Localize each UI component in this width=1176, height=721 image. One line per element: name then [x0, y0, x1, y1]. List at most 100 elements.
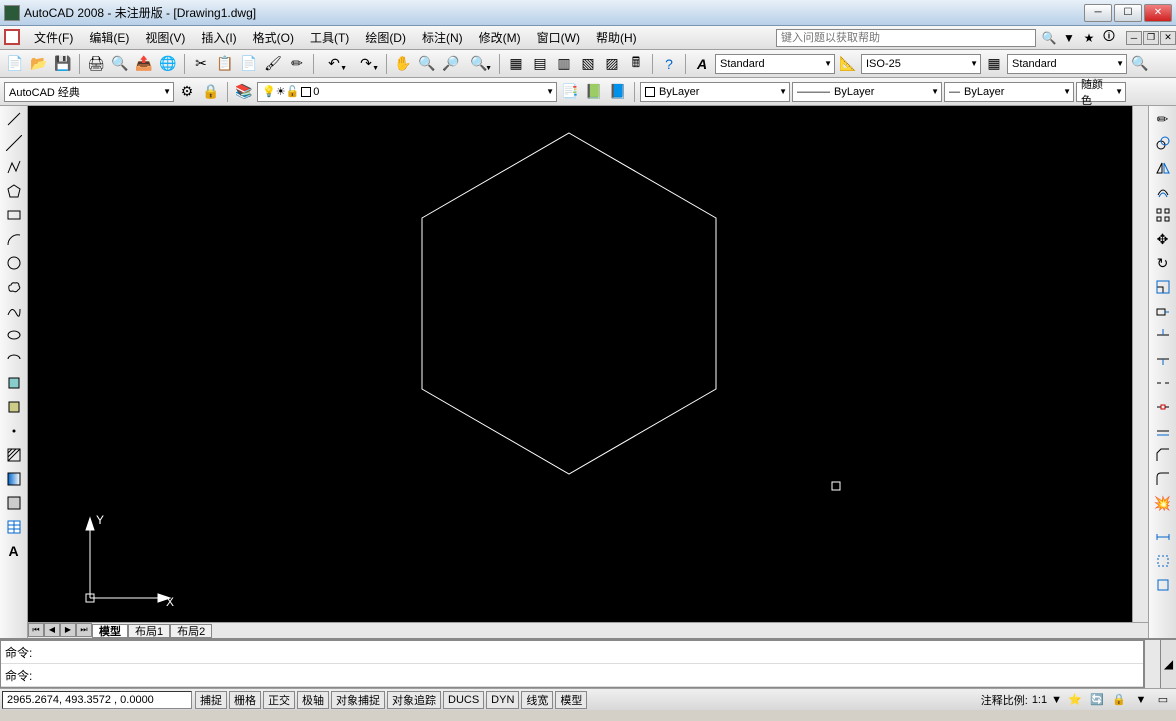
hexagon-shape[interactable]: [422, 133, 716, 474]
pan-icon[interactable]: ✋: [392, 53, 414, 75]
publish-icon[interactable]: 📤: [133, 53, 155, 75]
tab-layout2[interactable]: 布局2: [170, 624, 212, 638]
vertical-scrollbar[interactable]: [1132, 106, 1148, 622]
tab-last-button[interactable]: ⏭: [76, 623, 92, 637]
cut-icon[interactable]: ✂: [190, 53, 212, 75]
menu-view[interactable]: 视图(V): [137, 29, 193, 46]
text-style-dropdown[interactable]: Standard: [715, 54, 835, 74]
gradient-icon[interactable]: [3, 468, 25, 490]
calc-icon[interactable]: 🖩: [625, 53, 647, 75]
select-icon[interactable]: [1152, 550, 1174, 572]
dropdown-icon[interactable]: ▼: [1060, 29, 1078, 47]
polygon-icon[interactable]: [3, 180, 25, 202]
redo-icon[interactable]: ↷: [351, 53, 381, 75]
clean-screen-icon[interactable]: ▭: [1154, 691, 1172, 709]
scale-icon[interactable]: [1152, 276, 1174, 298]
trim-icon[interactable]: [1152, 324, 1174, 346]
offset-icon[interactable]: [1152, 180, 1174, 202]
workspace-lock-icon[interactable]: 🔒: [200, 81, 222, 103]
mtext-icon[interactable]: A: [3, 540, 25, 562]
make-block-icon[interactable]: [3, 396, 25, 418]
tab-first-button[interactable]: ⏮: [28, 623, 44, 637]
command-scrollbar[interactable]: [1144, 640, 1160, 688]
menu-draw[interactable]: 绘图(D): [357, 29, 414, 46]
save-icon[interactable]: 💾: [52, 53, 74, 75]
hatch-icon[interactable]: [3, 444, 25, 466]
rotate-icon[interactable]: ↻: [1152, 252, 1174, 274]
annotation-scale-value[interactable]: 1:1: [1032, 694, 1047, 706]
tab-prev-button[interactable]: ◀: [44, 623, 60, 637]
preview-icon[interactable]: 🔍: [109, 53, 131, 75]
mdi-restore-button[interactable]: ❐: [1143, 31, 1159, 45]
open-icon[interactable]: 📂: [28, 53, 50, 75]
menu-insert[interactable]: 插入(I): [193, 29, 244, 46]
menu-modify[interactable]: 修改(M): [471, 29, 529, 46]
explode-icon[interactable]: 💥: [1152, 492, 1174, 514]
chamfer-icon[interactable]: [1152, 444, 1174, 466]
osnap-toggle[interactable]: 对象捕捉: [331, 691, 385, 709]
scale-dropdown-icon[interactable]: ▼: [1051, 694, 1062, 706]
annotation-visibility-icon[interactable]: ⭐: [1066, 691, 1084, 709]
search-style-icon[interactable]: 🔍: [1129, 53, 1151, 75]
command-input-line[interactable]: 命令:: [1, 664, 1143, 687]
sheetset-icon[interactable]: ▧: [577, 53, 599, 75]
menu-tools[interactable]: 工具(T): [302, 29, 357, 46]
break-icon[interactable]: [1152, 396, 1174, 418]
copy-icon[interactable]: 📋: [214, 53, 236, 75]
textstyle-a-icon[interactable]: A: [691, 53, 713, 75]
polar-toggle[interactable]: 极轴: [297, 691, 329, 709]
workspace-dropdown[interactable]: AutoCAD 经典: [4, 82, 174, 102]
plot-icon[interactable]: 🌐: [157, 53, 179, 75]
lineweight-dropdown[interactable]: — ByLayer: [944, 82, 1074, 102]
toolpalette-icon[interactable]: ▥: [553, 53, 575, 75]
command-resize-handle[interactable]: ◢: [1160, 640, 1176, 688]
ducs-toggle[interactable]: DUCS: [443, 691, 484, 709]
print-icon[interactable]: 🖨: [85, 53, 107, 75]
layer-tools-icon[interactable]: 📘: [607, 81, 629, 103]
spline-icon[interactable]: [3, 300, 25, 322]
help-icon[interactable]: ?: [658, 53, 680, 75]
point-icon[interactable]: [3, 420, 25, 442]
info-icon[interactable]: 🛈: [1100, 29, 1118, 47]
extend-icon[interactable]: [1152, 348, 1174, 370]
statusbar-menu-icon[interactable]: ▼: [1132, 691, 1150, 709]
menu-edit[interactable]: 编辑(E): [81, 29, 137, 46]
designcenter-icon[interactable]: ▤: [529, 53, 551, 75]
close-button[interactable]: ✕: [1144, 4, 1172, 22]
insert-block-icon[interactable]: [3, 372, 25, 394]
zoom-window-icon[interactable]: 🔍: [464, 53, 494, 75]
drawing-canvas[interactable]: Y X: [28, 106, 1132, 622]
ortho-toggle[interactable]: 正交: [263, 691, 295, 709]
otrack-toggle[interactable]: 对象追踪: [387, 691, 441, 709]
minimize-button[interactable]: ─: [1084, 4, 1112, 22]
menu-window[interactable]: 窗口(W): [529, 29, 588, 46]
grid-toggle[interactable]: 栅格: [229, 691, 261, 709]
maximize-button[interactable]: ☐: [1114, 4, 1142, 22]
menu-format[interactable]: 格式(O): [245, 29, 302, 46]
eraser-icon[interactable]: ✏: [286, 53, 308, 75]
copy-obj-icon[interactable]: [1152, 132, 1174, 154]
annotation-autoscale-icon[interactable]: 🔄: [1088, 691, 1106, 709]
layer-dropdown[interactable]: 💡 ☀ 🔓 0: [257, 82, 557, 102]
help-search-input[interactable]: [776, 29, 1036, 47]
dimstyle-icon[interactable]: 📐: [837, 53, 859, 75]
mdi-close-button[interactable]: ✕: [1160, 31, 1176, 45]
dim-style-dropdown[interactable]: ISO-25: [861, 54, 981, 74]
zoom-realtime-icon[interactable]: 🔍: [416, 53, 438, 75]
zoom-prev-icon[interactable]: 🔎: [440, 53, 462, 75]
dist-icon[interactable]: [1152, 526, 1174, 548]
linetype-dropdown[interactable]: ——— ByLayer: [792, 82, 942, 102]
menu-file[interactable]: 文件(F): [26, 29, 81, 46]
ellipse-icon[interactable]: [3, 324, 25, 346]
break-point-icon[interactable]: [1152, 372, 1174, 394]
app-menu-icon[interactable]: [4, 29, 22, 47]
stretch-icon[interactable]: [1152, 300, 1174, 322]
xline-icon[interactable]: [3, 132, 25, 154]
table-style-dropdown[interactable]: Standard: [1007, 54, 1127, 74]
ellipse-arc-icon[interactable]: [3, 348, 25, 370]
model-toggle[interactable]: 模型: [555, 691, 587, 709]
markup-icon[interactable]: ▨: [601, 53, 623, 75]
properties-icon[interactable]: ▦: [505, 53, 527, 75]
plotstyle-dropdown[interactable]: 随颜色: [1076, 82, 1126, 102]
match-icon[interactable]: 🖌: [262, 53, 284, 75]
